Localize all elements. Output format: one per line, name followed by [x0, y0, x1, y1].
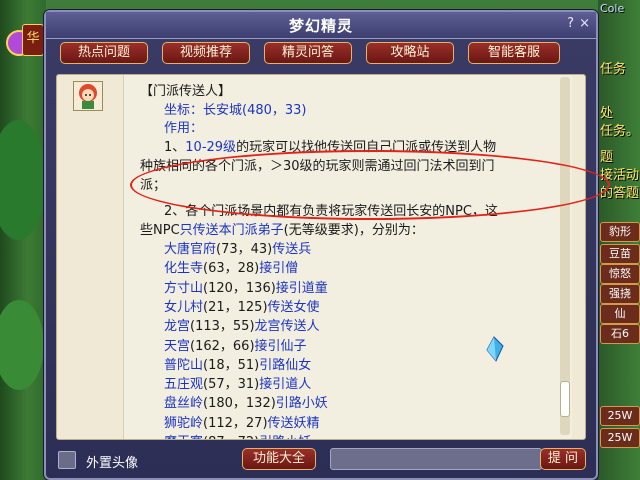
- right-hud-text: 处: [600, 106, 614, 121]
- npc-list-item: 化生寺(63，28)接引僧: [164, 260, 298, 278]
- right-hud-chip[interactable]: 惊怒: [600, 264, 640, 284]
- window-titlebar[interactable]: 梦幻精灵 ? ×: [46, 12, 596, 39]
- npc-name: 引路仙女: [259, 357, 312, 373]
- game-scene-left: 华: [0, 0, 46, 480]
- right-hud-text: Cole: [600, 2, 625, 15]
- p2-part-c: (无等级要求)，分别为：: [283, 223, 424, 238]
- p1-prefix: 1、: [164, 140, 186, 155]
- crystal-icon: [486, 336, 504, 362]
- npc-coord: (63，28): [203, 261, 260, 277]
- npc-place: 方寸山: [164, 280, 204, 296]
- tab-smart-support[interactable]: 智能客服: [468, 42, 560, 64]
- tree-foliage: [0, 120, 46, 240]
- npc-coord: (57，31): [203, 377, 260, 393]
- npc-coord: (113，55): [190, 319, 255, 335]
- npc-coord: (87，72): [203, 435, 259, 439]
- npc-list-item: 女儿村(21，125)传送女使: [164, 299, 320, 317]
- npc-coord: (112，27): [203, 415, 268, 431]
- npc-list-item: 大唐官府(73，43)传送兵: [164, 241, 311, 259]
- p2-part-b: 只传送本门派弟子: [179, 223, 284, 238]
- npc-coord: (180，132): [203, 396, 276, 412]
- right-hud-text: 任务: [600, 62, 627, 77]
- npc-list-item: 盘丝岭(180，132)引路小妖: [164, 395, 328, 413]
- right-hud-text: 接活动: [600, 168, 640, 183]
- right-hud-chip[interactable]: 豆苗: [600, 244, 640, 264]
- close-button[interactable]: ×: [579, 16, 590, 32]
- npc-name: 引路小妖: [259, 435, 311, 439]
- npc-list-item: 龙宫(113，55)龙宫传送人: [164, 318, 320, 336]
- npc-coord: (21，125): [203, 299, 268, 315]
- right-hud-text: 题: [600, 150, 614, 165]
- npc-place: 魔王寨: [164, 435, 203, 439]
- npc-place: 普陀山: [164, 357, 204, 373]
- npc-name: 传送兵: [272, 242, 312, 257]
- p1-rest: 的玩家可以找他传送回自己门派或传送到人物: [236, 140, 497, 155]
- bottom-toolbar: 外置头像 功能大全 提 问: [56, 446, 586, 476]
- scrollbar-thumb[interactable]: [560, 381, 570, 417]
- npc-name: 龙宫传送人: [254, 319, 320, 335]
- npc-place: 大唐官府: [164, 242, 217, 257]
- npc-coord: (162，66): [190, 338, 255, 354]
- answer-heading: 【门派传送人】: [140, 84, 232, 99]
- npc-list-item: 天宫(162，66)接引仙子: [164, 338, 307, 356]
- right-hud-chip[interactable]: 25W: [600, 428, 640, 448]
- right-hud-chip[interactable]: 强挠: [600, 284, 640, 304]
- paragraph-2-line-2: 些NPC只传送本门派弟子(无等级要求)，分别为：: [140, 222, 424, 240]
- side-badge[interactable]: 华: [22, 24, 44, 56]
- npc-name: 接引道童: [275, 280, 328, 296]
- p1-level: 10-29级: [185, 140, 237, 155]
- npc-name: 传送女使: [267, 299, 320, 315]
- npc-name: 接引僧: [259, 261, 299, 277]
- npc-place: 天宫: [164, 338, 191, 354]
- paragraph-1-line-3: 派；: [140, 178, 167, 193]
- npc-list-item: 普陀山(18，51)引路仙女: [164, 357, 311, 375]
- external-avatar-checkbox[interactable]: [58, 451, 76, 469]
- npc-coord: (18，51): [203, 357, 260, 373]
- npc-place: 龙宫: [164, 319, 191, 335]
- help-button[interactable]: ?: [567, 16, 574, 32]
- npc-place: 狮驼岭: [164, 415, 204, 431]
- npc-place: 女儿村: [164, 299, 204, 315]
- npc-place: 化生寺: [164, 261, 204, 277]
- npc-coord: (73，43): [216, 242, 273, 257]
- paragraph-1-line-1: 1、10-29级的玩家可以找他传送回自己门派或传送到人物: [164, 139, 496, 157]
- npc-name: 引路小妖: [275, 396, 328, 412]
- right-hud-chip[interactable]: 石6: [600, 324, 640, 344]
- npc-list-item: 魔王寨(87，72)引路小妖: [164, 434, 311, 439]
- role-label: 作用：: [164, 121, 204, 136]
- tab-video-recommend[interactable]: 视频推荐: [162, 42, 250, 64]
- external-avatar-label: 外置头像: [86, 456, 139, 471]
- tab-guide-site[interactable]: 攻略站: [366, 42, 454, 64]
- function-list-button[interactable]: 功能大全: [242, 448, 316, 470]
- npc-name: 接引道人: [259, 377, 312, 393]
- right-hud-text: 任务。: [600, 124, 640, 139]
- ask-button[interactable]: 提 问: [540, 448, 586, 470]
- npc-list-item: 方寸山(120，136)接引道童: [164, 280, 328, 298]
- answer-content: 【门派传送人】 坐标：长安城(480，33) 作用： 1、10-29级的玩家可以…: [123, 75, 572, 439]
- paragraph-2-line-1: 2、各个门派场景内都有负责将玩家传送回长安的NPC，这: [164, 204, 498, 219]
- right-hud-chip[interactable]: 仙: [600, 304, 640, 324]
- question-input[interactable]: [330, 448, 542, 470]
- right-hud-text: 的答题: [600, 186, 640, 201]
- answer-panel: 【门派传送人】 坐标：长安城(480，33) 作用： 1、10-29级的玩家可以…: [56, 74, 586, 440]
- coordinate-line: 坐标：长安城(480，33): [164, 103, 307, 118]
- npc-name: 接引仙子: [254, 338, 307, 354]
- npc-list-item: 狮驼岭(112，27)传送妖精: [164, 415, 320, 433]
- sprite-assistant-window: 梦幻精灵 ? × 热点问题 视频推荐 精灵问答 攻略站 智能客服 【门派传送人】…: [44, 10, 610, 480]
- npc-place: 盘丝岭: [164, 396, 204, 412]
- sprite-avatar: [73, 81, 103, 111]
- tab-sprite-qa[interactable]: 精灵问答: [264, 42, 352, 64]
- tab-hot-questions[interactable]: 热点问题: [60, 42, 148, 64]
- tree-foliage: [0, 300, 44, 390]
- npc-name: 传送妖精: [267, 415, 320, 431]
- window-title: 梦幻精灵: [288, 17, 353, 35]
- right-hud-chip[interactable]: 豹形: [600, 222, 640, 242]
- right-hud-chip[interactable]: 25W: [600, 406, 640, 426]
- npc-coord: (120，136): [203, 280, 276, 296]
- npc-place: 五庄观: [164, 377, 204, 393]
- p2-part-a: 些NPC: [140, 223, 180, 238]
- npc-list-item: 五庄观(57，31)接引道人: [164, 376, 311, 394]
- paragraph-1-line-2: 种族相同的各个门派，＞30级的玩家则需通过回门法术回到门: [140, 159, 495, 174]
